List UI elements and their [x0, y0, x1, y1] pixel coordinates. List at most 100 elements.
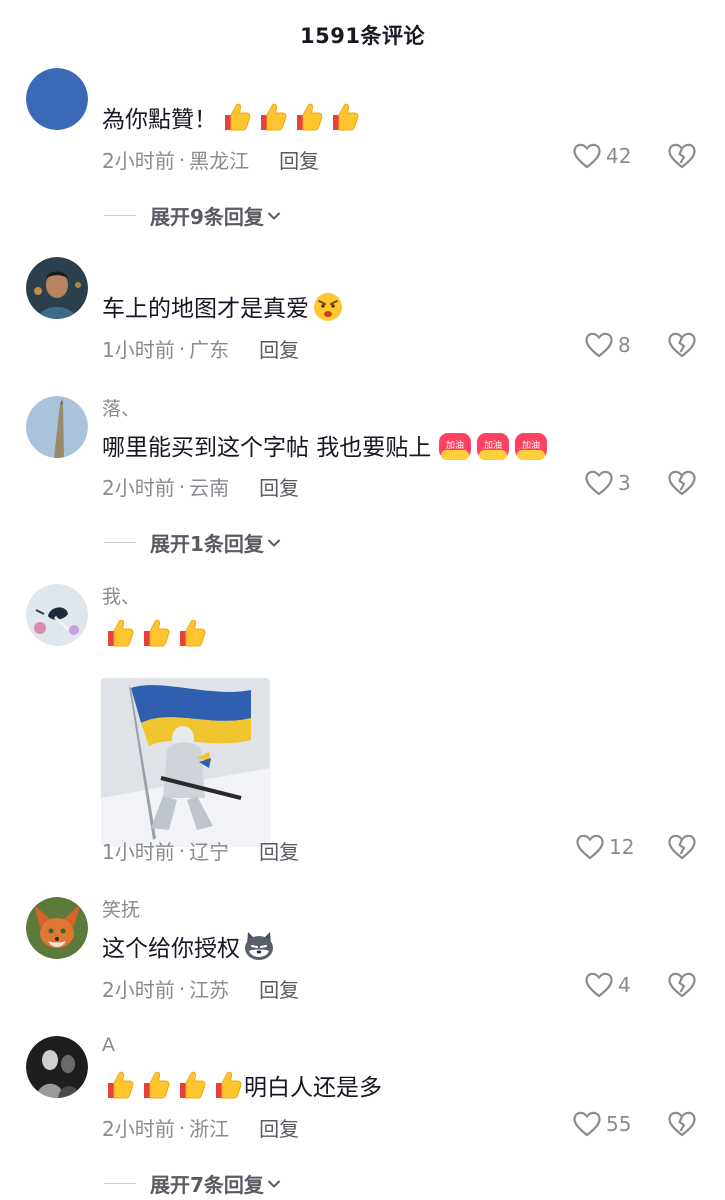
comment-meta: 1小时前 · 广东 回复	[102, 334, 299, 363]
reply-button[interactable]: 回复	[259, 1113, 299, 1142]
meta-separator: ·	[178, 976, 186, 1001]
chevron-down-icon	[266, 1176, 282, 1192]
dislike-button[interactable]	[667, 331, 697, 359]
comment-location: 浙江	[189, 1117, 230, 1141]
like-button[interactable]: 55	[572, 1110, 631, 1138]
comment-text: 车上的地图才是真爱	[102, 289, 345, 323]
like-count: 55	[606, 1112, 632, 1136]
comment-username[interactable]: 我、	[102, 582, 140, 609]
comment-location: 辽宁	[189, 840, 230, 864]
meta-separator: ·	[178, 1115, 186, 1140]
comment-meta: 2小时前 · 江苏 回复	[102, 974, 299, 1003]
expand-replies-button[interactable]: 展开9条回复	[104, 201, 282, 230]
heart-icon	[575, 833, 605, 861]
meta-separator: ·	[178, 147, 186, 172]
avatar[interactable]	[26, 584, 88, 646]
broken-heart-icon	[667, 833, 697, 861]
like-count: 12	[609, 835, 635, 859]
comment-time: 1小时前	[102, 338, 175, 362]
angry-face-icon	[311, 289, 345, 323]
expand-replies-button[interactable]: 展开1条回复	[104, 528, 282, 557]
like-count: 3	[618, 471, 631, 495]
dislike-button[interactable]	[667, 469, 697, 497]
thumbs-up-icon	[102, 1068, 136, 1102]
chevron-down-icon	[266, 208, 282, 224]
avatar[interactable]	[26, 257, 88, 319]
avatar[interactable]	[26, 897, 88, 959]
comment-meta: 2小时前 · 浙江 回复	[102, 1113, 299, 1142]
jiayou-sticker-icon: 加油	[513, 428, 549, 462]
jiayou-sticker-icon: 加油	[475, 428, 511, 462]
comment-time: 1小时前	[102, 840, 175, 864]
broken-heart-icon	[667, 1110, 697, 1138]
comment-username[interactable]: A	[102, 1034, 115, 1056]
comment-text: 这个给你授权	[102, 929, 276, 963]
like-button[interactable]: 12	[575, 833, 634, 861]
comment-location: 广东	[189, 338, 230, 362]
chevron-down-icon	[266, 535, 282, 551]
reply-button[interactable]: 回复	[279, 145, 319, 174]
comment-text	[102, 616, 208, 650]
divider	[104, 1183, 136, 1184]
expand-replies-button[interactable]: 展开7条回复	[104, 1169, 282, 1198]
like-button[interactable]: 8	[584, 331, 631, 359]
comment-username[interactable]: 笑抚	[102, 895, 140, 922]
reply-button[interactable]: 回复	[259, 472, 299, 501]
thumbs-up-icon	[138, 1068, 172, 1102]
sticker-label: 加油	[522, 439, 540, 451]
meta-separator: ·	[178, 336, 186, 361]
thumbs-up-icon	[138, 616, 172, 650]
heart-icon	[572, 1110, 602, 1138]
dislike-button[interactable]	[667, 971, 697, 999]
like-button[interactable]: 4	[584, 971, 631, 999]
comment-text: 明白人还是多	[102, 1068, 382, 1102]
comment-time: 2小时前	[102, 476, 175, 500]
heart-icon	[584, 469, 614, 497]
reply-button[interactable]: 回复	[259, 334, 299, 363]
thumbs-up-icon	[174, 1068, 208, 1102]
comment-text-content: 哪里能买到这个字帖 我也要贴上	[102, 435, 432, 461]
comment-username[interactable]: 落、	[102, 394, 140, 421]
comment-text-content: 车上的地图才是真爱	[102, 296, 309, 322]
divider	[104, 215, 136, 216]
comment-time: 2小时前	[102, 1117, 175, 1141]
comment-time: 2小时前	[102, 149, 175, 173]
expand-replies-label: 展开9条回复	[150, 205, 264, 229]
thumbs-up-icon	[327, 100, 361, 134]
broken-heart-icon	[667, 142, 697, 170]
like-button[interactable]: 3	[584, 469, 631, 497]
sticker-label: 加油	[446, 439, 464, 451]
avatar[interactable]	[26, 396, 88, 458]
meta-separator: ·	[178, 474, 186, 499]
comments-header: 1591条评论	[0, 0, 725, 70]
comment-meta: 1小时前 · 辽宁 回复	[102, 836, 299, 865]
thumbs-up-icon	[174, 616, 208, 650]
comment-meta: 2小时前 · 云南 回复	[102, 472, 299, 501]
avatar[interactable]	[26, 68, 88, 130]
soldier-with-flag-image[interactable]	[101, 678, 270, 847]
thumbs-up-icon	[291, 100, 325, 134]
reply-button[interactable]: 回复	[259, 974, 299, 1003]
comment-location: 云南	[189, 476, 230, 500]
heart-icon	[572, 142, 602, 170]
broken-heart-icon	[667, 469, 697, 497]
comment-time: 2小时前	[102, 978, 175, 1002]
like-count: 8	[618, 333, 631, 357]
comment-meta: 2小时前 · 黑龙江 回复	[102, 145, 319, 174]
dislike-button[interactable]	[667, 142, 697, 170]
dislike-button[interactable]	[667, 833, 697, 861]
comment-location: 江苏	[189, 978, 230, 1002]
like-count: 4	[618, 973, 631, 997]
like-button[interactable]: 42	[572, 142, 631, 170]
comment-text: 為你點贊！	[102, 100, 361, 134]
reply-button[interactable]: 回复	[259, 836, 299, 865]
comment-count-title: 1591条评论	[300, 24, 425, 48]
avatar[interactable]	[26, 1036, 88, 1098]
heart-icon	[584, 331, 614, 359]
expand-replies-label: 展开7条回复	[150, 1173, 264, 1197]
comment-text-content: 為你點贊！	[102, 107, 217, 133]
dislike-button[interactable]	[667, 1110, 697, 1138]
comment-text: 哪里能买到这个字帖 我也要贴上 加油 加油 加油	[102, 428, 549, 462]
thumbs-up-icon	[210, 1068, 244, 1102]
husky-emoji-icon	[242, 929, 276, 963]
